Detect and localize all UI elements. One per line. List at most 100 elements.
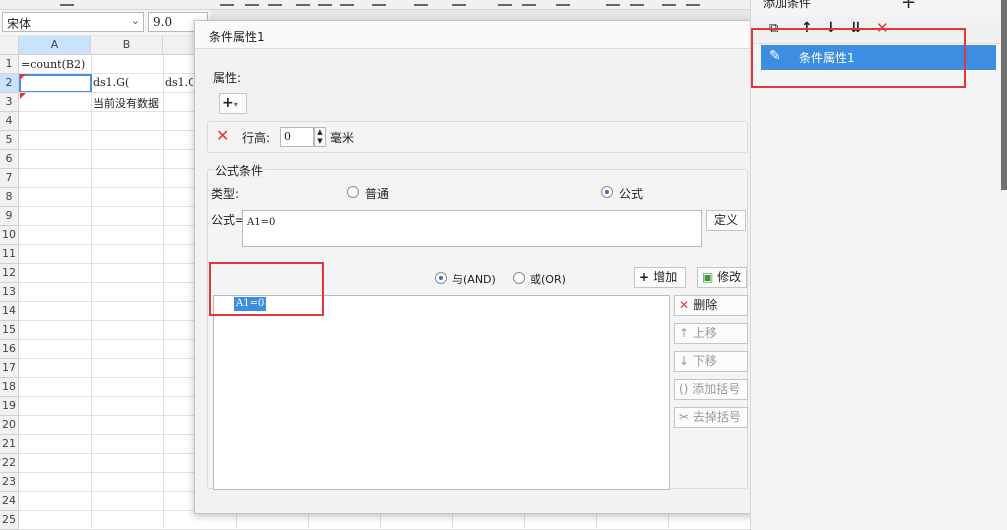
row-height-input[interactable]: 0 (280, 127, 314, 147)
image-icon[interactable] (662, 0, 676, 6)
modify-label: 修改 (717, 270, 742, 284)
delete-label: 删除 (693, 298, 718, 312)
grid-line (163, 55, 164, 530)
attribute-label: 属性: (213, 71, 242, 85)
font-family-select[interactable]: 宋体 ⌄ (2, 12, 144, 32)
row-header[interactable]: 16 (0, 340, 19, 359)
row-header[interactable]: 25 (0, 511, 19, 530)
remove-bracket-button[interactable]: ✂ 去掉括号 (674, 407, 748, 428)
row-height-panel: ✕ 行高: 0 ▲ ▼ 毫米 (207, 121, 748, 153)
row-header[interactable]: 4 (0, 112, 19, 131)
formula-input[interactable]: A1=0 (242, 210, 702, 247)
formula-label: 公式= (211, 213, 246, 227)
type-formula-label: 公式 (619, 187, 644, 201)
arrow-up-icon: ↑ (679, 326, 693, 340)
add-label: 增加 (653, 270, 678, 284)
row-header[interactable]: 21 (0, 435, 19, 454)
border-icon[interactable] (372, 0, 386, 6)
condition-list[interactable]: A1=0 (213, 295, 670, 490)
row-header[interactable]: 7 (0, 169, 19, 188)
move-up-label: 上移 (692, 326, 717, 340)
chevron-down-icon: ▾ (233, 100, 238, 109)
row-header[interactable]: 23 (0, 473, 19, 492)
selected-cell-a2[interactable] (19, 74, 92, 93)
row-header[interactable]: 12 (0, 264, 19, 283)
chevron-down-icon: ⌄ (130, 14, 140, 27)
row-header[interactable]: 13 (0, 283, 19, 302)
formula-section-label: 公式条件 (213, 162, 266, 179)
row-header[interactable]: 15 (0, 321, 19, 340)
align-right-icon[interactable] (340, 0, 354, 6)
underline-icon[interactable] (268, 0, 282, 6)
row-header[interactable]: 10 (0, 226, 19, 245)
row-header[interactable]: 1 (0, 55, 19, 74)
italic-icon[interactable] (245, 0, 259, 6)
column-header-a[interactable]: A (19, 36, 91, 55)
align-center-icon[interactable] (318, 0, 332, 6)
cell-a1[interactable]: =count(B2) (21, 58, 91, 71)
picture-icon[interactable] (686, 0, 700, 6)
corner-cell[interactable] (0, 36, 19, 55)
scrollbar[interactable] (1001, 0, 1007, 190)
row-header[interactable]: 2 (0, 74, 19, 93)
define-button[interactable]: 定义 (706, 210, 746, 231)
row-header[interactable]: 20 (0, 416, 19, 435)
condition-property-dialog: 条件属性1 属性: +▾ ✕ 行高: 0 ▲ ▼ 毫米 公式条件 类型: 普通 公… (194, 20, 764, 514)
or-radio[interactable] (513, 272, 525, 284)
add-condition-title: 添加条件 (763, 0, 812, 10)
formula-condition-panel: 公式条件 类型: 普通 公式 公式= A1=0 定义 与(AND) 或(OR) … (207, 162, 748, 490)
font-color-icon[interactable] (452, 0, 466, 6)
fill-icon[interactable] (414, 0, 428, 6)
row-height-label: 行高: (242, 131, 271, 145)
bracket-icon: () (679, 382, 693, 396)
format-icon[interactable] (630, 0, 644, 6)
row-header[interactable]: 11 (0, 245, 19, 264)
arrow-down-icon: ↓ (679, 354, 693, 368)
spinner[interactable]: ▲ ▼ (314, 127, 326, 147)
delete-button[interactable]: ✕ 删除 (674, 295, 748, 316)
column-header-b[interactable]: B (91, 36, 163, 55)
close-icon: ✕ (679, 298, 694, 312)
cell-b2[interactable]: ds1.G( (93, 76, 161, 89)
plus-icon[interactable]: + (901, 0, 916, 13)
row-header[interactable]: 22 (0, 454, 19, 473)
grid-icon[interactable] (522, 0, 536, 6)
grid-line (91, 55, 92, 530)
move-up-button[interactable]: ↑ 上移 (674, 323, 748, 344)
close-icon[interactable]: ✕ (216, 127, 234, 145)
row-header[interactable]: 3 (0, 93, 19, 112)
remove-bracket-icon: ✂ (679, 410, 693, 424)
add-bracket-label: 添加括号 (692, 382, 741, 396)
and-radio[interactable] (435, 272, 447, 284)
wrap-icon[interactable] (606, 0, 620, 6)
move-down-button[interactable]: ↓ 下移 (674, 351, 748, 372)
add-condition-button[interactable]: + 增加 (634, 267, 686, 288)
row-header[interactable]: 9 (0, 207, 19, 226)
type-formula-radio[interactable] (601, 186, 613, 198)
type-normal-radio[interactable] (347, 186, 359, 198)
bold-icon[interactable] (220, 0, 234, 6)
add-bracket-button[interactable]: () 添加括号 (674, 379, 748, 400)
annotation-highlight (751, 28, 966, 88)
row-header[interactable]: 6 (0, 150, 19, 169)
align-left-icon[interactable] (296, 0, 310, 6)
add-attribute-button[interactable]: +▾ (219, 93, 247, 114)
row-header[interactable]: 24 (0, 492, 19, 511)
row-header[interactable]: 14 (0, 302, 19, 321)
row-header[interactable]: 8 (0, 188, 19, 207)
plus-icon: + (639, 270, 654, 284)
row-header[interactable]: 17 (0, 359, 19, 378)
and-label: 与(AND) (452, 273, 496, 286)
merge-icon[interactable] (498, 0, 512, 6)
minus-icon[interactable] (556, 0, 570, 6)
top-toolbar (0, 0, 750, 10)
toolbar-icon[interactable] (60, 0, 74, 6)
annotation-highlight (209, 262, 324, 316)
modify-condition-button[interactable]: ▣ 修改 (697, 267, 747, 288)
cell-b3[interactable]: 当前没有数据 (93, 95, 193, 111)
cell-c2[interactable]: ds1.G (165, 76, 193, 89)
row-header[interactable]: 18 (0, 378, 19, 397)
row-header[interactable]: 19 (0, 397, 19, 416)
row-header[interactable]: 5 (0, 131, 19, 150)
plus-icon: + (222, 95, 234, 111)
